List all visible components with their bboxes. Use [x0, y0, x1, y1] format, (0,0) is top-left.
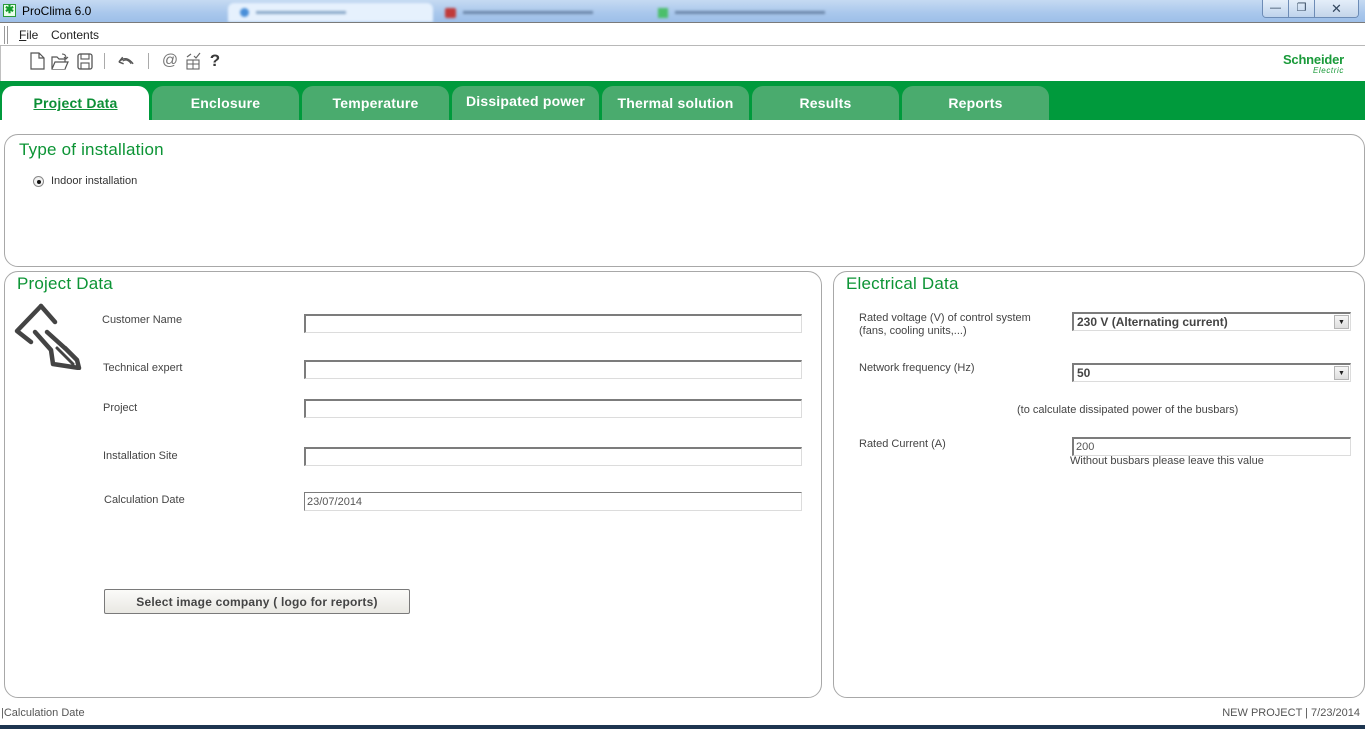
tab-results[interactable]: Results — [752, 86, 899, 120]
rated-voltage-select[interactable]: 230 V (Alternating current) ▼ — [1072, 312, 1351, 331]
new-file-icon[interactable] — [28, 51, 46, 71]
network-frequency-value: 50 — [1077, 366, 1091, 380]
undo-icon[interactable] — [117, 51, 135, 71]
open-folder-icon[interactable] — [51, 51, 69, 71]
schneider-electric-logo: Schneider Electric — [1283, 53, 1344, 75]
project-input[interactable] — [304, 399, 802, 418]
tab-dissipated-power[interactable]: Dissipated power — [452, 86, 599, 120]
background-browser-tab — [228, 3, 433, 22]
save-icon[interactable] — [76, 51, 94, 71]
rated-current-input[interactable] — [1072, 437, 1351, 456]
logo-line1: Schneider — [1282, 52, 1344, 67]
status-bar: |Calculation Date NEW PROJECT | 7/23/201… — [0, 702, 1365, 724]
rated-current-label: Rated Current (A) — [859, 438, 946, 450]
status-right-text: NEW PROJECT | 7/23/2014 — [1222, 707, 1360, 719]
panel-title: Type of installation — [19, 140, 164, 159]
background-browser-tab — [655, 3, 855, 22]
minimize-button[interactable]: — — [1263, 0, 1289, 17]
technical-expert-input[interactable] — [304, 360, 802, 379]
menu-contents[interactable]: Contents — [51, 28, 99, 42]
chevron-down-icon[interactable]: ▼ — [1334, 366, 1349, 380]
rated-current-hint: Without busbars please leave this value — [1070, 455, 1264, 467]
background-browser-tab — [443, 3, 643, 22]
radio-button-selected[interactable] — [33, 175, 44, 187]
tab-project-data[interactable]: Project Data — [2, 86, 149, 122]
proclima-app-icon: ✱ — [3, 4, 16, 17]
menu-bar: File Contents — [0, 22, 1365, 46]
tab-reports[interactable]: Reports — [902, 86, 1049, 120]
tab-thermal-solution[interactable]: Thermal solution — [602, 86, 749, 120]
customer-name-label: Customer Name — [102, 314, 183, 326]
rated-voltage-value: 230 V (Alternating current) — [1077, 315, 1228, 329]
window-title: ProClima 6.0 — [22, 4, 92, 18]
menu-file-rest: ile — [26, 28, 39, 42]
project-data-panel: Project Data Customer Name Technical exp… — [4, 271, 822, 698]
toolbar: @ ? Schneider Electric — [0, 46, 1365, 81]
radio-indoor-installation[interactable]: Indoor installation — [33, 175, 137, 187]
network-frequency-label: Network frequency (Hz) — [859, 362, 975, 374]
logo-line2: Electric — [1312, 66, 1344, 75]
window-titlebar: ✱ ProClima 6.0 — ❐ ✕ — [0, 0, 1365, 22]
checklist-icon[interactable] — [184, 51, 202, 71]
installation-site-input[interactable] — [304, 447, 802, 466]
network-frequency-select[interactable]: 50 ▼ — [1072, 363, 1351, 382]
project-label: Project — [103, 402, 138, 414]
window-controls: — ❐ ✕ — [1262, 0, 1359, 18]
installation-site-label: Installation Site — [103, 450, 178, 462]
customer-name-input[interactable] — [304, 314, 802, 333]
pen-nib-icon — [13, 302, 83, 375]
rated-voltage-label: Rated voltage (V) of control system (fan… — [859, 312, 1031, 337]
tab-strip: Project Data Enclosure Temperature Dissi… — [0, 81, 1365, 122]
menu-grip-handle[interactable] — [4, 26, 8, 44]
email-icon[interactable]: @ — [161, 51, 179, 71]
calculation-date-label: Calculation Date — [104, 494, 185, 506]
close-button[interactable]: ✕ — [1315, 0, 1358, 17]
busbar-note: (to calculate dissipated power of the bu… — [1017, 404, 1239, 416]
type-of-installation-panel: Type of installation Indoor installation — [4, 134, 1365, 267]
os-taskbar-edge — [0, 725, 1365, 729]
tab-enclosure[interactable]: Enclosure — [152, 86, 299, 120]
select-company-logo-button[interactable]: Select image company ( logo for reports) — [104, 589, 410, 614]
radio-label: Indoor installation — [51, 175, 138, 187]
menu-file[interactable]: File — [19, 28, 38, 42]
status-left-text: |Calculation Date — [1, 707, 85, 719]
help-icon[interactable]: ? — [206, 51, 224, 71]
panel-title: Project Data — [17, 274, 113, 293]
technical-expert-label: Technical expert — [103, 362, 183, 374]
restore-button[interactable]: ❐ — [1289, 0, 1315, 17]
toolbar-separator — [104, 53, 105, 69]
tab-temperature[interactable]: Temperature — [302, 86, 449, 120]
toolbar-separator — [148, 53, 149, 69]
electrical-data-panel: Electrical Data Rated voltage (V) of con… — [833, 271, 1365, 698]
panel-title: Electrical Data — [846, 274, 959, 293]
calculation-date-input[interactable] — [304, 492, 802, 511]
chevron-down-icon[interactable]: ▼ — [1334, 315, 1349, 329]
